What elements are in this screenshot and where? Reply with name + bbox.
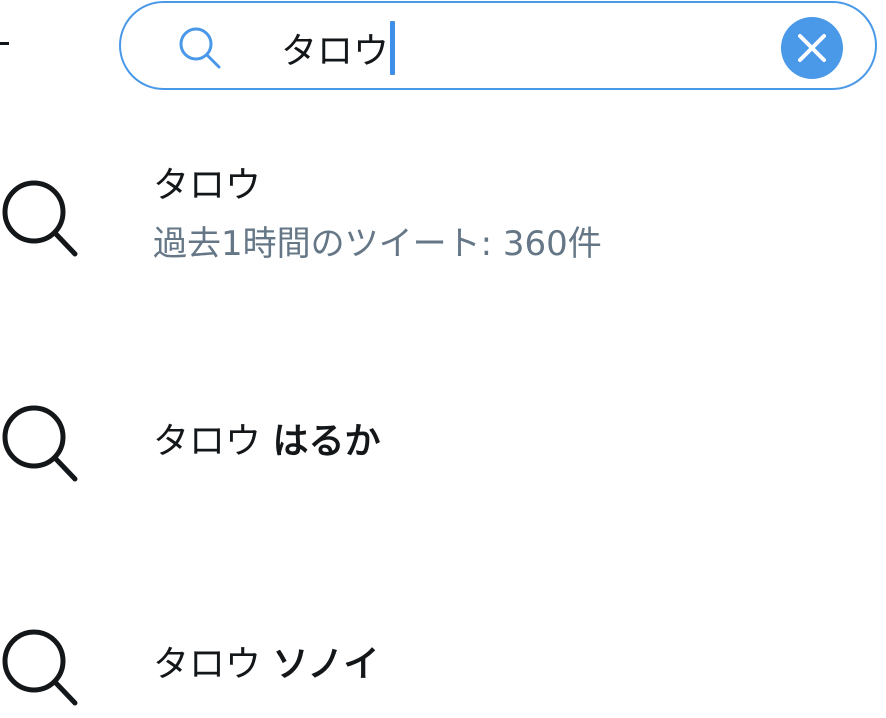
- suggestion-item[interactable]: タロウ はるか: [0, 380, 886, 510]
- suggestion-completion: ソノイ: [272, 644, 380, 685]
- suggestion-query-part: タロウ: [153, 421, 262, 462]
- suggestion-item[interactable]: タロウ 過去1時間のツイート: 360件: [0, 150, 886, 290]
- back-arrow-icon[interactable]: [0, 42, 9, 45]
- search-bar[interactable]: タロウ: [119, 1, 877, 90]
- search-input[interactable]: タロウ: [281, 21, 396, 75]
- clear-search-button[interactable]: [781, 17, 843, 79]
- suggestion-item[interactable]: タロウ ソノイ: [0, 610, 886, 718]
- suggestion-title: タロウ: [153, 165, 262, 206]
- search-icon: [2, 405, 78, 482]
- search-icon: [2, 180, 78, 257]
- suggestion-query-part: タロウ: [153, 644, 262, 685]
- suggestion-title: タロウ はるか: [153, 418, 380, 466]
- suggestion-tweet-count: 過去1時間のツイート: 360件: [153, 224, 602, 264]
- suggestion-title: タロウ ソノイ: [153, 641, 379, 689]
- search-icon: [179, 27, 221, 69]
- search-input-text: タロウ: [281, 31, 390, 72]
- search-icon: [2, 629, 78, 706]
- suggestion-completion: はるか: [272, 421, 381, 462]
- text-caret: [390, 21, 396, 75]
- close-icon: [798, 34, 826, 62]
